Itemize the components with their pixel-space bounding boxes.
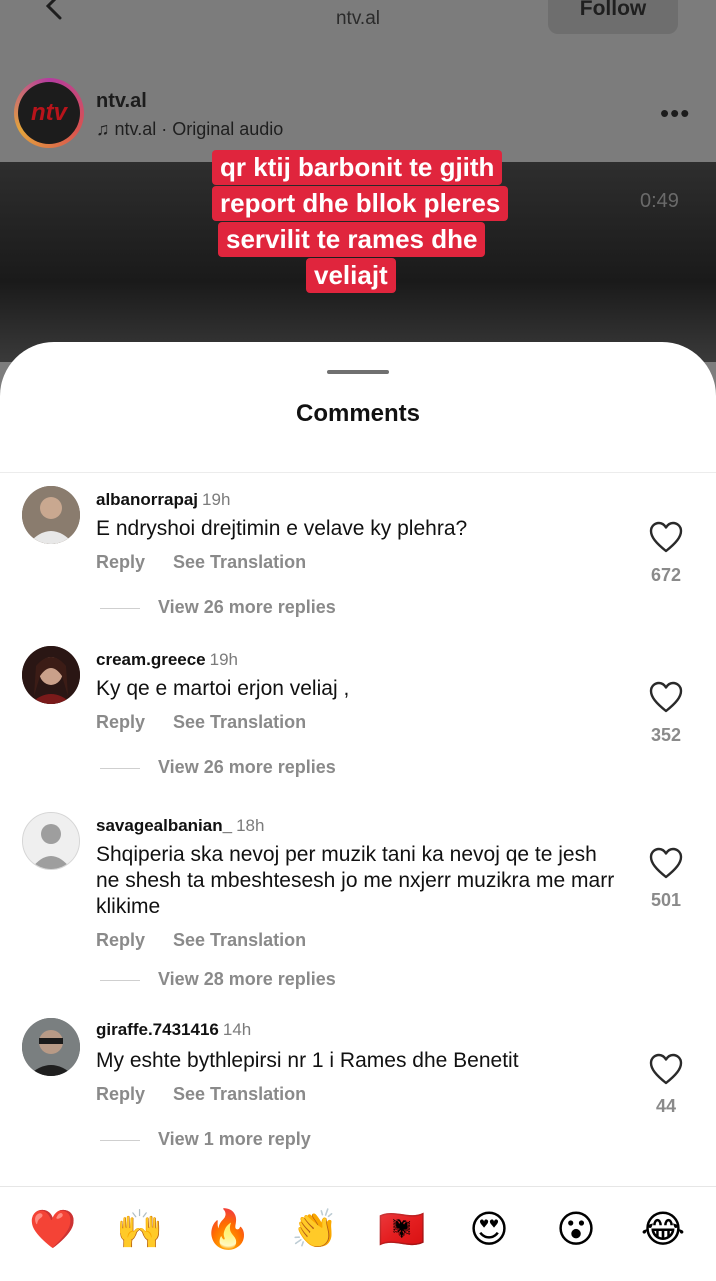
comment-username[interactable]: giraffe.7431416 14h [96, 1020, 251, 1040]
comment-text: Ky qe e martoi erjon veliaj , [96, 677, 350, 700]
see-translation-button[interactable]: See Translation [173, 930, 306, 950]
divider [0, 472, 716, 473]
avatar[interactable] [22, 486, 80, 544]
view-replies-button[interactable]: View 1 more reply [100, 1129, 311, 1150]
emoji-clap-button[interactable]: 👏 [290, 1205, 340, 1255]
like-count: 672 [650, 565, 682, 585]
more-horizontal-icon: ••• [660, 98, 691, 128]
username-text: albanorrapaj [96, 490, 199, 509]
caption-line: servilit te rames dhe [218, 222, 486, 257]
emoji-laughing-button[interactable]: 😂 [638, 1205, 688, 1255]
sheet-title: Comments [295, 400, 421, 427]
like-count: 352 [650, 725, 682, 745]
emoji-heart-eyes-button[interactable]: 😍 [464, 1205, 514, 1255]
comment-time: 14h [222, 1020, 252, 1039]
heart-icon[interactable] [648, 680, 684, 714]
caption-line: qr ktij barbonit te gjith [212, 150, 503, 185]
avatar-logo-text: ntv [18, 82, 80, 144]
like-count: 44 [655, 1096, 677, 1116]
username-text: cream.greece [96, 650, 206, 669]
comment-username[interactable]: savagealbanian_ 18h [96, 816, 264, 836]
emoji-raised-hands-button[interactable]: 🙌 [115, 1205, 165, 1255]
replies-line [100, 1139, 140, 1141]
avatar[interactable] [22, 812, 80, 870]
user-avatar-icon [22, 1018, 80, 1076]
emoji-reaction-bar: ❤️ 🙌 🔥 👏 🇦🇱 😍 😮 😂 [0, 1186, 716, 1281]
comment-username[interactable]: albanorrapaj 19h [96, 490, 230, 510]
audio-source[interactable]: ♫ ntv.al · Original audio [96, 119, 283, 140]
reply-button[interactable]: Reply [96, 930, 145, 950]
follow-button[interactable]: Follow [548, 0, 678, 34]
view-replies-button[interactable]: View 26 more replies [100, 597, 336, 618]
emoji-surprised-button[interactable]: 😮 [551, 1205, 601, 1255]
music-note-icon: ♫ [96, 119, 110, 139]
username-text: giraffe.7431416 [96, 1020, 219, 1039]
replies-line [100, 979, 140, 981]
reply-button[interactable]: Reply [96, 1084, 145, 1104]
sheet-grabber[interactable] [327, 370, 389, 374]
default-avatar-icon [23, 813, 79, 869]
reply-button[interactable]: Reply [96, 712, 145, 732]
comment-username[interactable]: cream.greece 19h [96, 650, 238, 670]
view-replies-label: View 26 more replies [158, 757, 336, 777]
see-translation-button[interactable]: See Translation [173, 712, 306, 732]
view-replies-label: View 28 more replies [158, 969, 336, 989]
view-replies-button[interactable]: View 26 more replies [100, 757, 336, 778]
comment-actions: Reply See Translation [96, 930, 334, 951]
comment-actions: Reply See Translation [96, 712, 334, 733]
replies-line [100, 767, 140, 769]
audio-label: ntv.al · Original audio [114, 119, 284, 139]
view-replies-label: View 26 more replies [158, 597, 336, 617]
avatar[interactable] [22, 1018, 80, 1076]
video-timer: 0:49 [640, 190, 679, 212]
caption-line: veliajt [306, 258, 396, 293]
comment-time: 19h [209, 650, 239, 669]
avatar[interactable] [22, 646, 80, 704]
emoji-fire-button[interactable]: 🔥 [203, 1205, 253, 1255]
comment-text: Shqiperia ska nevoj per muzik tani ka ne… [96, 843, 615, 918]
caption-line: report dhe bllok pleres [212, 186, 509, 221]
username-text: savagealbanian_ [96, 816, 233, 835]
comment-actions: Reply See Translation [96, 552, 334, 573]
user-avatar-icon [22, 486, 80, 544]
heart-icon[interactable] [648, 520, 684, 554]
user-avatar-icon [22, 646, 80, 704]
reply-button[interactable]: Reply [96, 552, 145, 572]
view-replies-button[interactable]: View 28 more replies [100, 969, 336, 990]
view-replies-label: View 1 more reply [158, 1129, 311, 1149]
heart-icon[interactable] [648, 1052, 684, 1086]
like-count: 501 [650, 890, 682, 910]
comment-text: My eshte bythlepirsi nr 1 i Rames dhe Be… [96, 1049, 519, 1072]
comment-time: 19h [202, 490, 231, 509]
emoji-heart-button[interactable]: ❤️ [28, 1205, 78, 1255]
account-name[interactable]: ntv.al [96, 90, 147, 113]
emoji-albania-flag-button[interactable]: 🇦🇱 [377, 1205, 427, 1255]
comment-time: 18h [236, 816, 265, 835]
see-translation-button[interactable]: See Translation [173, 552, 306, 572]
comment-actions: Reply See Translation [96, 1084, 334, 1105]
comment-text: E ndryshoi drejtimin e velave ky plehra? [96, 517, 468, 540]
see-translation-button[interactable]: See Translation [173, 1084, 306, 1104]
replies-line [100, 607, 140, 609]
account-avatar[interactable]: ntv [14, 78, 84, 148]
more-options-button[interactable]: ••• [660, 98, 690, 129]
heart-icon[interactable] [648, 846, 684, 880]
